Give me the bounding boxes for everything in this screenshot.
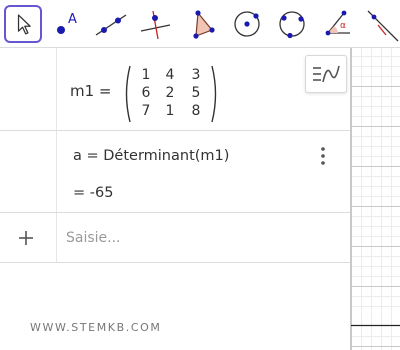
point-tool-button[interactable]: A <box>47 5 85 43</box>
matrix-cell: 4 <box>165 67 175 83</box>
matrix-cell: 2 <box>165 85 175 101</box>
gutter-divider <box>56 48 57 262</box>
line-icon <box>95 14 127 36</box>
point-tool-label: A <box>68 12 77 27</box>
toolbar: A α <box>0 0 400 48</box>
right-paren-icon <box>211 65 217 123</box>
matrix-cell: 1 <box>165 103 175 119</box>
left-paren-icon <box>125 65 131 123</box>
graphics-grid <box>351 48 400 350</box>
determinant-definition[interactable]: a = Déterminant(m1) <box>73 148 229 164</box>
line-tool-button[interactable] <box>92 5 130 43</box>
row-divider <box>0 130 350 131</box>
circle-three-points-tool-button[interactable] <box>273 5 311 43</box>
matrix-cell: 1 <box>141 67 151 83</box>
polygon-tool-button[interactable] <box>182 5 220 43</box>
algebra-style-button[interactable] <box>305 55 347 93</box>
determinant-result: = -65 <box>73 185 114 201</box>
polygon-icon <box>193 10 215 39</box>
circle-three-points-icon <box>279 11 305 39</box>
matrix-label: m1 = <box>70 82 112 100</box>
add-item-icon[interactable] <box>16 228 36 248</box>
point-icon: A <box>57 12 77 34</box>
row-divider <box>0 262 350 263</box>
reflect-tool-button[interactable] <box>362 5 400 43</box>
circle-center-tool-button[interactable] <box>228 5 266 43</box>
perpendicular-line-icon <box>140 10 171 40</box>
reflect-line-icon <box>367 10 399 42</box>
row-divider <box>0 212 350 213</box>
perpendicular-line-tool-button[interactable] <box>136 5 174 43</box>
graphics-view[interactable] <box>351 48 400 350</box>
cursor-arrow-icon <box>17 14 31 35</box>
matrix-cell: 6 <box>141 85 151 101</box>
matrix-cell: 8 <box>191 103 201 119</box>
more-options-icon[interactable] <box>318 146 328 166</box>
angle-tool-label: α <box>340 21 346 31</box>
algebra-description-icon <box>313 65 340 83</box>
matrix-cell: 7 <box>141 103 151 119</box>
move-tool-button[interactable] <box>4 5 42 43</box>
matrix-cell: 3 <box>191 67 201 83</box>
matrix-m1[interactable]: 1 4 3 6 2 5 7 1 8 <box>122 65 218 123</box>
angle-icon: α <box>325 10 350 36</box>
watermark: WWW.STEMKB.COM <box>30 321 162 334</box>
angle-tool-button[interactable]: α <box>318 5 356 43</box>
input-bar-placeholder[interactable]: Saisie... <box>66 230 121 246</box>
matrix-cell: 5 <box>191 85 201 101</box>
circle-center-point-icon <box>234 11 260 37</box>
